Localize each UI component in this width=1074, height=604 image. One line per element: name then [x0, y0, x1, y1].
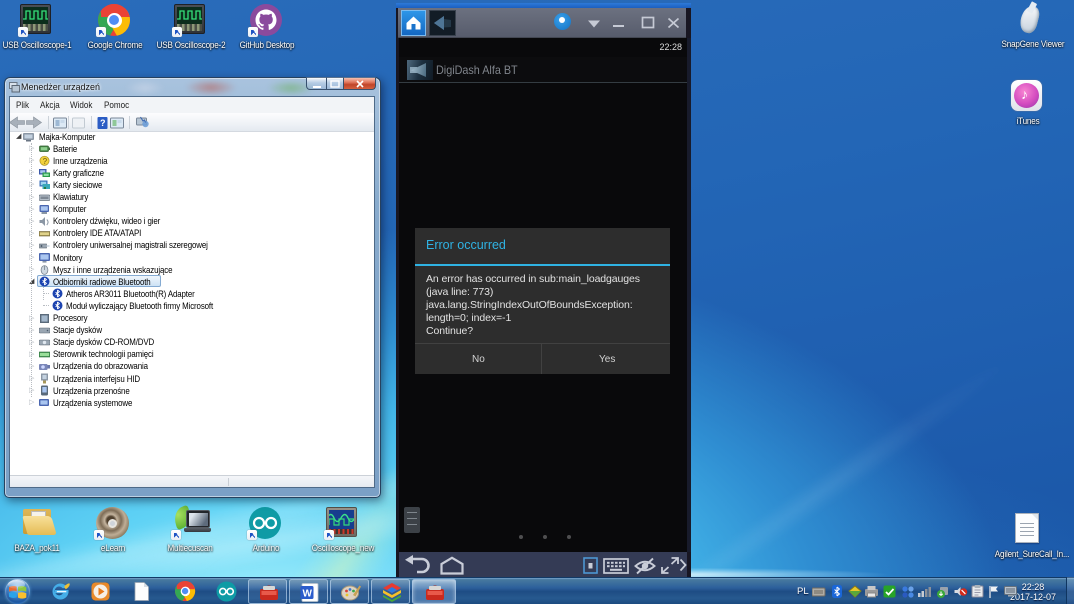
- svg-text:W: W: [303, 589, 313, 600]
- svg-text:?: ?: [100, 118, 106, 128]
- svg-text:?: ?: [43, 157, 48, 166]
